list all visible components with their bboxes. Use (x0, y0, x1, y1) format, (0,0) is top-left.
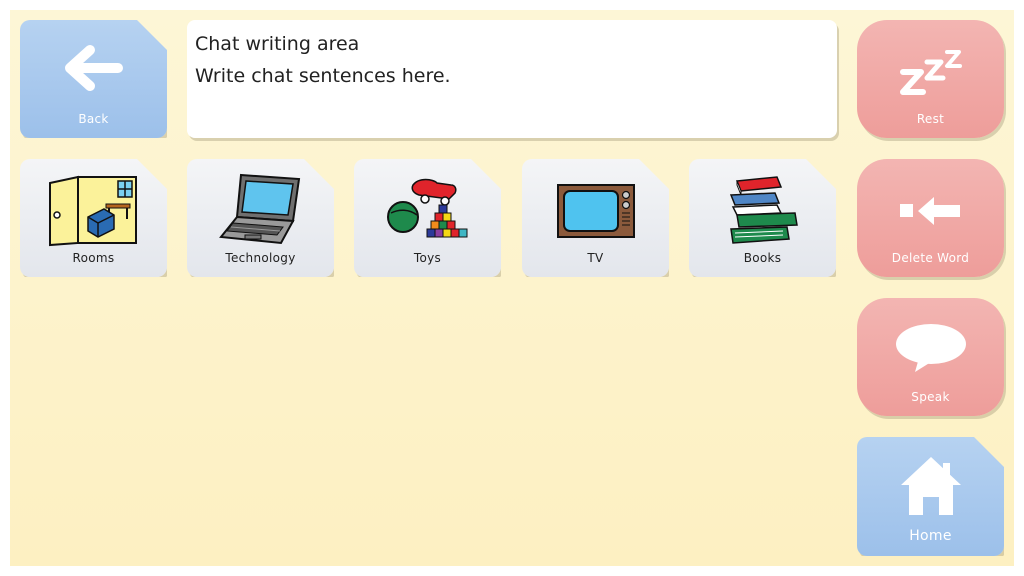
rest-label: Rest (916, 112, 945, 126)
sleep-zzz-icon (857, 46, 1004, 96)
category-label: Technology (225, 251, 296, 265)
house-icon (857, 455, 1004, 517)
category-tv[interactable]: TV (522, 159, 669, 277)
category-label: Toys (413, 251, 442, 265)
delete-arrow-icon (857, 193, 1004, 229)
speech-bubble-icon (857, 322, 1004, 374)
toys-icon (354, 175, 501, 245)
back-button[interactable]: Back (20, 20, 167, 138)
category-rooms[interactable]: Rooms (20, 159, 167, 277)
back-label: Back (78, 112, 109, 126)
delete-word-label: Delete Word (891, 251, 970, 265)
home-label: Home (909, 528, 952, 544)
category-label: TV (587, 251, 604, 265)
category-books[interactable]: Books (689, 159, 836, 277)
category-label: Books (743, 251, 782, 265)
chat-title: Chat writing area (195, 33, 360, 55)
category-toys[interactable]: Toys (354, 159, 501, 277)
board-background: Back Chat writing area Write chat senten… (10, 10, 1014, 566)
chat-writing-area[interactable]: Chat writing area Write chat sentences h… (187, 20, 837, 138)
category-technology[interactable]: Technology (187, 159, 334, 277)
home-button[interactable]: Home (857, 437, 1004, 556)
tv-icon (522, 183, 669, 239)
speak-label: Speak (911, 390, 950, 404)
chat-placeholder: Write chat sentences here. (195, 65, 451, 87)
delete-word-button[interactable]: Delete Word (857, 159, 1004, 277)
rest-button[interactable]: Rest (857, 20, 1004, 138)
speak-button[interactable]: Speak (857, 298, 1004, 416)
books-icon (689, 173, 836, 247)
category-label: Rooms (72, 251, 115, 265)
arrow-left-icon (20, 44, 167, 92)
rooms-icon (20, 173, 167, 247)
laptop-icon (187, 171, 334, 247)
